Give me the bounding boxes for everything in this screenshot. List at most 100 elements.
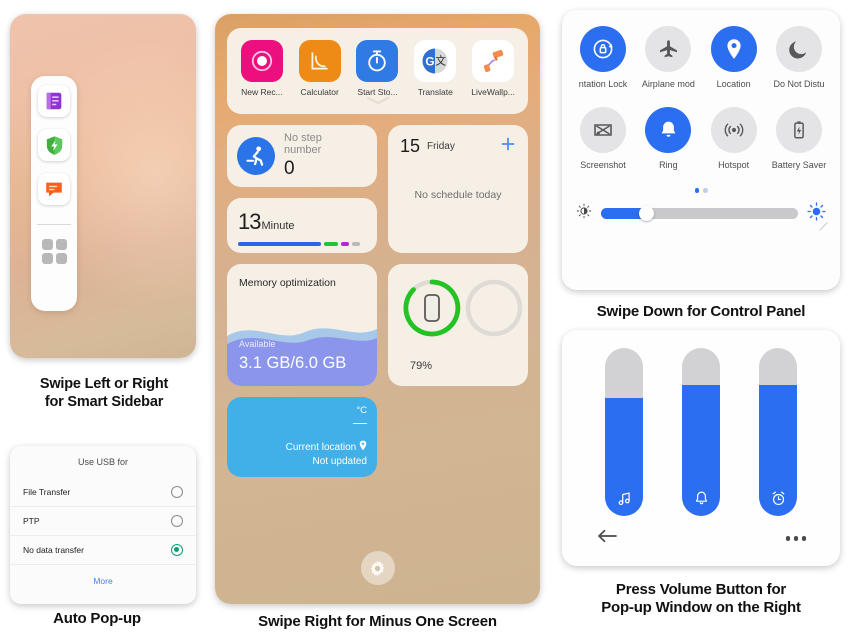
bell-icon bbox=[645, 107, 692, 153]
step-counter-label-line2: number bbox=[284, 144, 322, 157]
app-shortcut-stopwatch[interactable]: Start Sto... bbox=[350, 40, 404, 97]
widget-column-left: No step number 0 13 Minute Memory optimi… bbox=[227, 125, 377, 386]
control-panel-preview: ntation Lock Airplane mod Location Do No… bbox=[562, 10, 840, 290]
bell-icon bbox=[682, 490, 720, 507]
toggle-hotspot[interactable]: Hotspot bbox=[703, 107, 765, 170]
grid-cell bbox=[41, 252, 53, 264]
usb-option-ptp[interactable]: PTP bbox=[10, 507, 196, 536]
toggle-ring[interactable]: Ring bbox=[637, 107, 699, 170]
dot bbox=[785, 536, 790, 541]
weather-location: Current location bbox=[285, 441, 357, 453]
app-shortcut-livewallpaper[interactable]: LiveWallp... bbox=[466, 40, 520, 97]
app-label: New Rec... bbox=[241, 87, 283, 97]
more-link[interactable]: More bbox=[10, 576, 196, 586]
toggle-label: Airplane mod bbox=[641, 79, 695, 89]
plus-icon[interactable] bbox=[500, 136, 516, 157]
caption-minus-one-screen: Swipe Right for Minus One Screen bbox=[258, 613, 497, 630]
location-pin-icon bbox=[359, 440, 367, 453]
control-toggle-row-1: ntation Lock Airplane mod Location Do No… bbox=[572, 26, 830, 89]
location-pin-icon bbox=[710, 26, 757, 72]
radio-button[interactable] bbox=[171, 515, 183, 527]
toggle-label: ntation Lock bbox=[578, 79, 628, 89]
smart-sidebar-preview bbox=[10, 14, 196, 358]
caption-auto-popup: Auto Pop-up bbox=[53, 610, 141, 627]
usb-option-label: PTP bbox=[23, 516, 40, 526]
chevron-down-icon[interactable] bbox=[365, 92, 391, 110]
calendar-widget[interactable]: 15 Friday No schedule today bbox=[388, 125, 528, 253]
media-volume-slider[interactable] bbox=[605, 348, 643, 516]
step-counter-widget[interactable]: No step number 0 bbox=[227, 125, 377, 187]
calendar-empty-text: No schedule today bbox=[414, 189, 502, 201]
battery-rings-graphic bbox=[403, 279, 523, 337]
dot bbox=[801, 536, 806, 541]
toggle-label: Location bbox=[716, 79, 751, 89]
messages-app-icon[interactable] bbox=[38, 173, 70, 205]
smart-sidebar-dock[interactable] bbox=[31, 76, 77, 311]
page-indicator-dots[interactable] bbox=[572, 188, 830, 193]
weather-temperature: — bbox=[353, 414, 367, 430]
battery-widget[interactable]: 79% bbox=[388, 264, 528, 386]
memory-wave-graphic bbox=[227, 328, 377, 386]
grid-cell bbox=[55, 252, 67, 264]
brightness-knob[interactable] bbox=[639, 206, 655, 221]
weather-location-row: Current location bbox=[227, 440, 367, 453]
stopwatch-icon bbox=[356, 40, 399, 82]
toggle-location[interactable]: Location bbox=[703, 26, 765, 89]
alarm-volume-slider[interactable] bbox=[759, 348, 797, 516]
shield-glyph bbox=[46, 135, 62, 155]
radio-button[interactable] bbox=[171, 486, 183, 498]
app-shortcut-calculator[interactable]: Calculator bbox=[293, 40, 347, 97]
toggle-battery-saver[interactable]: Battery Saver bbox=[768, 107, 830, 170]
caption-volume-popup: Press Volume Button for Pop-up Window on… bbox=[562, 581, 840, 618]
radio-button-selected[interactable] bbox=[171, 544, 183, 556]
usage-bar-segment bbox=[341, 242, 349, 246]
app-shortcut-translate[interactable]: G 文 Translate bbox=[408, 40, 462, 97]
toggle-screenshot[interactable]: Screenshot bbox=[572, 107, 634, 170]
gear-icon[interactable] bbox=[360, 551, 395, 585]
usage-bar-segment bbox=[238, 242, 321, 246]
usb-option-file-transfer[interactable]: File Transfer bbox=[10, 478, 196, 507]
screen-time-widget[interactable]: 13 Minute bbox=[227, 198, 377, 253]
screen-time-value: 13 bbox=[238, 209, 262, 234]
page-dot-active bbox=[694, 188, 699, 193]
grid-icon[interactable] bbox=[38, 235, 70, 267]
dock-divider bbox=[37, 224, 71, 225]
memory-widget-title: Memory optimization bbox=[239, 277, 336, 289]
security-shield-icon[interactable] bbox=[38, 129, 70, 161]
volume-popup-preview bbox=[562, 330, 840, 566]
resize-handle-icon[interactable] bbox=[818, 221, 829, 235]
calculator-icon bbox=[298, 40, 341, 82]
screenshot-root: Swipe Left or Right for Smart Sidebar Us… bbox=[0, 0, 849, 635]
brightness-track[interactable] bbox=[601, 206, 798, 221]
app-shortcuts-row: New Rec... Calculator Start Sto... G 文 T… bbox=[233, 40, 522, 97]
usb-popup-dialog: Use USB for File Transfer PTP No data tr… bbox=[10, 446, 196, 604]
paint-roller-icon bbox=[472, 40, 515, 82]
toggle-label: Hotspot bbox=[718, 160, 750, 170]
toggle-do-not-disturb[interactable]: Do Not Distu bbox=[768, 26, 830, 89]
record-icon bbox=[240, 40, 283, 82]
toggle-airplane-mode[interactable]: Airplane mod bbox=[637, 26, 699, 89]
usage-bar-segment bbox=[352, 242, 360, 246]
volume-panel-footer bbox=[562, 516, 840, 548]
running-person-icon bbox=[237, 137, 275, 175]
toggle-orientation-lock[interactable]: ntation Lock bbox=[572, 26, 634, 89]
notes-app-icon[interactable] bbox=[38, 85, 70, 117]
messages-glyph bbox=[46, 182, 62, 197]
caption-line-2: for Smart Sidebar bbox=[44, 393, 164, 410]
calendar-day-number: 15 bbox=[400, 136, 421, 156]
usb-option-no-data-transfer[interactable]: No data transfer bbox=[10, 536, 196, 565]
usb-dialog-title: Use USB for bbox=[77, 457, 128, 467]
memory-optimization-widget[interactable]: Memory optimization Available 3.1 GB/6.0… bbox=[227, 264, 377, 386]
weather-widget[interactable]: °C — Current location Not updated bbox=[227, 397, 377, 477]
screen-time-head: 13 Minute bbox=[238, 209, 366, 235]
app-shortcut-new-recording[interactable]: New Rec... bbox=[235, 40, 289, 97]
back-arrow-icon[interactable] bbox=[596, 529, 618, 548]
page-dot bbox=[703, 188, 708, 193]
moon-icon bbox=[775, 26, 822, 72]
hotspot-icon bbox=[710, 107, 757, 153]
ring-volume-slider[interactable] bbox=[682, 348, 720, 516]
caption-line-1: Press Volume Button for bbox=[615, 581, 787, 598]
more-dots-icon[interactable] bbox=[785, 536, 806, 541]
usb-option-label: No data transfer bbox=[23, 545, 84, 555]
brightness-slider-row[interactable] bbox=[572, 201, 830, 226]
